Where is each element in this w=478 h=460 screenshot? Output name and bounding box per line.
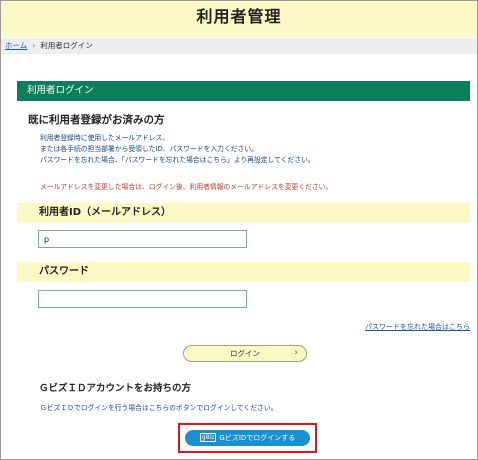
- user-id-input[interactable]: [38, 230, 247, 248]
- user-id-label-bar: 利用者ID（メールアドレス）: [17, 203, 470, 223]
- page-title: 利用者管理: [196, 7, 282, 26]
- user-id-label: 利用者ID（メールアドレス）: [39, 207, 172, 218]
- gbiz-button-label: GビズIDでログインする: [219, 434, 296, 442]
- password-label-bar: パスワード: [17, 262, 470, 282]
- password-label: パスワード: [39, 266, 89, 277]
- gbiz-login-button[interactable]: gBiz GビズIDでログインする: [185, 430, 310, 446]
- email-change-warning: メールアドレスを変更した場合は、ログイン後、利用者情報のメールアドレスを変更くだ…: [40, 183, 333, 191]
- login-button-label: ログイン: [230, 349, 260, 358]
- breadcrumb: ホーム › 利用者ログイン: [1, 38, 477, 54]
- breadcrumb-separator: ›: [32, 41, 36, 50]
- breadcrumb-home-link[interactable]: ホーム: [5, 41, 27, 50]
- forgot-password-link[interactable]: パスワードを忘れた場合はこちら: [365, 322, 470, 332]
- password-input[interactable]: [38, 290, 247, 308]
- instruction-line-1: 利用者登録時に使用したメールアドレス、: [40, 134, 170, 142]
- gbiz-description: ＧビズＩＤでログインを行う場合はこちらのボタンでログインしてください。: [40, 404, 278, 412]
- section-title-bar: 利用者ログイン: [17, 81, 470, 101]
- instruction-line-2: または各手続の担当部署から受領したID、パスワードを入力ください。: [40, 144, 258, 153]
- chevron-right-icon: ›: [294, 348, 298, 358]
- breadcrumb-current: 利用者ログイン: [40, 41, 93, 50]
- page-header: 利用者管理: [1, 1, 477, 37]
- instruction-line-3: パスワードを忘れた場合、「パスワードを忘れた場合はこちら」より再設定してください…: [40, 155, 315, 164]
- section-title: 利用者ログイン: [27, 85, 94, 96]
- login-instructions: 利用者登録時に使用したメールアドレス、 または各手続の担当部署から受領したID、…: [40, 133, 315, 165]
- gbiz-logo-icon: gBiz: [199, 433, 217, 442]
- gbiz-heading: ＧビズＩＤアカウントをお持ちの方: [39, 383, 192, 394]
- registered-heading: 既に利用者登録がお済みの方: [28, 114, 165, 126]
- login-button[interactable]: ログイン ›: [183, 345, 307, 362]
